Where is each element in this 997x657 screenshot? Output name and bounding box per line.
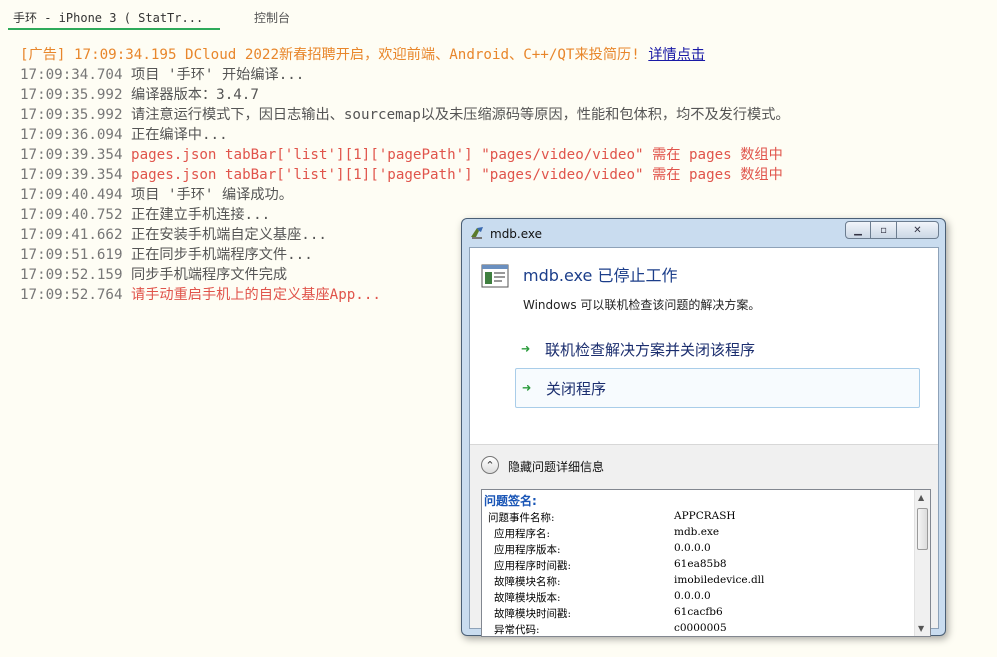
- log-line: 17:09:34.704 项目 '手环' 开始编译...: [20, 65, 980, 85]
- minimize-icon: ▁: [854, 224, 862, 236]
- detail-row: 异常代码: c0000005: [494, 622, 924, 636]
- dialog-window-title: mdb.exe: [490, 227, 543, 241]
- tab-device-log-label: 手环 - iPhone 3 ( StatTr...: [13, 11, 204, 25]
- detail-row: 故障模块名称: imobiledevice.dll: [494, 574, 924, 590]
- log-message: 项目 '手环' 编译成功。: [122, 187, 293, 203]
- close-program-label: 关闭程序: [546, 379, 607, 398]
- detail-row: 故障模块时间戳: 61cacfb6: [494, 606, 924, 622]
- log-timestamp: 17:09:52.764: [20, 287, 123, 303]
- problem-details-box[interactable]: 问题签名: 问题事件名称: APPCRASH 应用程序名: mdb.exe 应用程序版本…: [481, 489, 931, 637]
- log-message: 同步手机端程序文件完成: [122, 267, 288, 283]
- log-line: 17:09:40.494 项目 '手环' 编译成功。: [20, 185, 980, 205]
- detail-value: 0.0.0.0: [674, 590, 711, 602]
- detail-key: 应用程序时间戳:: [494, 560, 572, 572]
- program-window-icon: [481, 264, 509, 288]
- detail-value: 0.0.0.0: [674, 542, 711, 554]
- log-timestamp: 17:09:39.354: [20, 147, 123, 163]
- crash-dialog: mdb.exe ▁ ▫ ✕ mdb.exe 已停止工作 Windows 可以联机…: [461, 218, 946, 637]
- detail-key: 故障模块时间戳:: [494, 608, 572, 620]
- log-message: pages.json tabBar['list'][1]['pagePath']…: [122, 167, 783, 183]
- log-timestamp: 17:09:40.494: [20, 187, 123, 203]
- toggle-details-label[interactable]: 隐藏问题详细信息: [508, 458, 604, 475]
- log-timestamp: 17:09:36.094: [20, 127, 123, 143]
- log-timestamp: [广告] 17:09:34.195: [20, 47, 177, 63]
- detail-row: 应用程序名: mdb.exe: [494, 526, 924, 542]
- scroll-up-icon[interactable]: ▲: [918, 493, 924, 502]
- log-line: 17:09:39.354 pages.json tabBar['list'][1…: [20, 165, 980, 185]
- log-message: 正在安装手机端自定义基座...: [122, 227, 327, 243]
- log-timestamp: 17:09:41.662: [20, 227, 123, 243]
- log-line: 17:09:39.354 pages.json tabBar['list'][1…: [20, 145, 980, 165]
- log-timestamp: 17:09:52.159: [20, 267, 123, 283]
- detail-row: 应用程序版本: 0.0.0.0: [494, 542, 924, 558]
- check-online-label: 联机检查解决方案并关闭该程序: [545, 340, 756, 359]
- collapse-details-toggle[interactable]: ⌃: [481, 456, 499, 474]
- log-line: 17:09:36.094 正在编译中...: [20, 125, 980, 145]
- details-section: ⌃ 隐藏问题详细信息 问题签名: 问题事件名称: APPCRASH 应用程序名: md…: [470, 444, 938, 637]
- maximize-button[interactable]: ▫: [871, 221, 897, 239]
- check-online-option[interactable]: ➜ 联机检查解决方案并关闭该程序: [515, 329, 920, 369]
- detail-row: 问题事件名称: APPCRASH: [488, 510, 918, 526]
- detail-value: imobiledevice.dll: [674, 574, 765, 586]
- log-timestamp: 17:09:39.354: [20, 167, 123, 183]
- app-icon: [471, 227, 483, 239]
- log-message: 编译器版本：3.4.7: [122, 87, 259, 103]
- log-message: DCloud 2022新春招聘开启，欢迎前端、Android、C++/QT来投简…: [176, 47, 649, 63]
- log-message: 正在建立手机连接...: [122, 207, 271, 223]
- close-icon: ✕: [913, 224, 922, 236]
- details-scrollbar[interactable]: ▲ ▼: [914, 490, 930, 636]
- dialog-heading: mdb.exe 已停止工作: [523, 266, 678, 285]
- detail-value: mdb.exe: [674, 526, 720, 538]
- detail-value: APPCRASH: [674, 510, 736, 522]
- scroll-down-icon[interactable]: ▼: [918, 624, 924, 633]
- detail-value: 61ea85b8: [674, 558, 727, 570]
- detail-key: 应用程序版本:: [494, 544, 561, 556]
- tab-device-log[interactable]: 手环 - iPhone 3 ( StatTr...: [8, 9, 220, 30]
- log-timestamp: 17:09:35.992: [20, 87, 123, 103]
- log-timestamp: 17:09:34.704: [20, 67, 123, 83]
- tab-console[interactable]: 控制台: [254, 9, 290, 26]
- detail-key: 故障模块版本:: [494, 592, 561, 604]
- detail-key: 故障模块名称:: [494, 576, 561, 588]
- log-message: 请注意运行模式下，因日志输出、sourcemap以及未压缩源码等原因，性能和包体…: [122, 107, 790, 123]
- minimize-button[interactable]: ▁: [845, 221, 871, 239]
- ad-details-link[interactable]: 详情点击: [648, 47, 705, 63]
- log-timestamp: 17:09:35.992: [20, 107, 123, 123]
- log-message: 正在同步手机端程序文件...: [122, 247, 313, 263]
- detail-key: 问题事件名称:: [488, 512, 555, 524]
- dialog-content: mdb.exe 已停止工作 Windows 可以联机检查该问题的解决方案。 ⌃ …: [469, 247, 939, 637]
- detail-key: 异常代码:: [494, 624, 540, 636]
- green-arrow-icon: ➜: [522, 379, 532, 397]
- log-message: 项目 '手环' 开始编译...: [122, 67, 305, 83]
- detail-value: c0000005: [674, 622, 727, 634]
- details-title: 问题签名:: [484, 494, 537, 508]
- log-timestamp: 17:09:40.752: [20, 207, 123, 223]
- detail-row: 应用程序时间戳: 61ea85b8: [494, 558, 924, 574]
- log-message: pages.json tabBar['list'][1]['pagePath']…: [122, 147, 783, 163]
- close-button[interactable]: ✕: [897, 221, 939, 239]
- detail-value: 61cacfb6: [674, 606, 723, 618]
- active-tab-indicator: [8, 28, 220, 30]
- log-timestamp: 17:09:51.619: [20, 247, 123, 263]
- maximize-icon: ▫: [880, 224, 887, 236]
- detail-key: 应用程序名:: [494, 528, 551, 540]
- log-message: 正在编译中...: [122, 127, 228, 143]
- log-line: 17:09:35.992 编译器版本：3.4.7: [20, 85, 980, 105]
- green-arrow-icon: ➜: [521, 340, 531, 358]
- log-message: 请手动重启手机上的自定义基座App...: [122, 287, 381, 303]
- log-line: 17:09:35.992 请注意运行模式下，因日志输出、sourcemap以及未…: [20, 105, 980, 125]
- scroll-thumb[interactable]: [917, 508, 928, 550]
- window-controls: ▁ ▫ ✕: [845, 221, 939, 240]
- close-program-option[interactable]: ➜ 关闭程序: [515, 368, 920, 408]
- dialog-subtext: Windows 可以联机检查该问题的解决方案。: [523, 298, 761, 312]
- log-line: [广告] 17:09:34.195 DCloud 2022新春招聘开启，欢迎前端…: [20, 45, 980, 65]
- detail-row: 故障模块版本: 0.0.0.0: [494, 590, 924, 606]
- chevron-up-icon: ⌃: [485, 458, 495, 472]
- tab-bar: 手环 - iPhone 3 ( StatTr... 控制台: [0, 0, 997, 34]
